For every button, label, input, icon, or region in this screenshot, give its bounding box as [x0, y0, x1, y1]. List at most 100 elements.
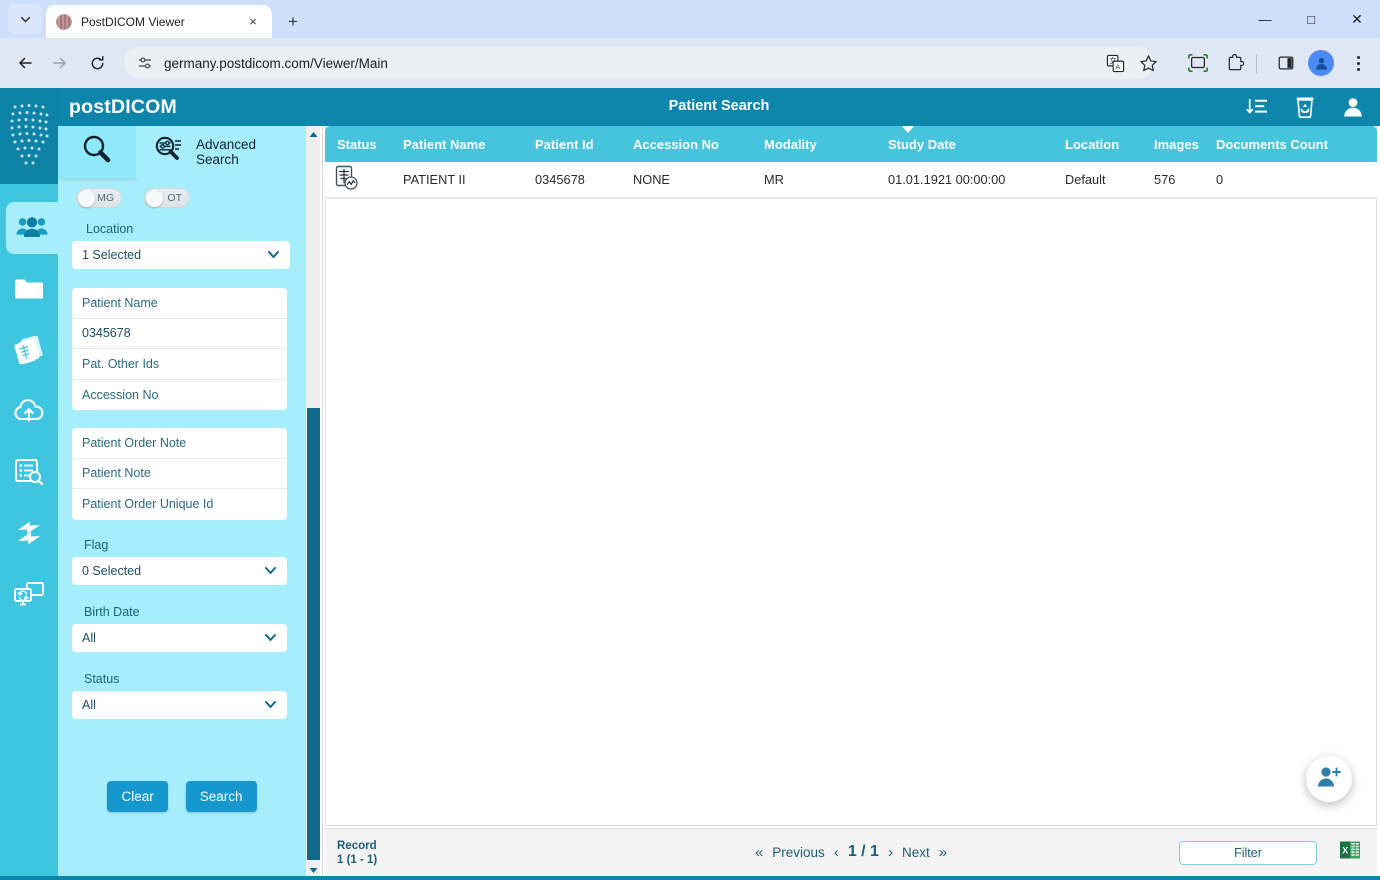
chevron-down-icon — [264, 564, 277, 577]
location-label: Location — [86, 222, 133, 236]
screencast-icon[interactable] — [1183, 48, 1213, 78]
globe-favicon — [56, 14, 72, 30]
sidebar-item-folders[interactable] — [4, 263, 54, 315]
bookmark-star-icon[interactable] — [1133, 48, 1163, 78]
browser-tab-strip: PostDICOM Viewer × + — □ ✕ — [0, 0, 1380, 38]
clear-button[interactable]: Clear — [107, 781, 167, 812]
sidebar-item-patients[interactable] — [6, 202, 58, 254]
bottom-accent-strip — [0, 876, 1380, 880]
column-header-study-date[interactable]: Study Date — [888, 137, 1065, 152]
close-icon[interactable]: × — [244, 13, 262, 31]
sync-arrows-icon — [14, 519, 44, 547]
tab-simple-search[interactable] — [58, 126, 136, 178]
sidebar-item-upload[interactable] — [4, 385, 54, 437]
cell-status[interactable] — [325, 165, 403, 194]
tab-search-chevron-icon[interactable] — [8, 4, 42, 34]
address-bar[interactable]: germany.postdicom.com/Viewer/Main — [124, 47, 1154, 79]
add-patient-fab[interactable] — [1306, 756, 1352, 802]
recycle-bin-icon[interactable] — [1292, 94, 1318, 120]
previous-chevron-icon[interactable]: ‹ — [834, 844, 839, 861]
table-footer: Record 1 (1 - 1) « Previous ‹ 1 / 1 › Ne… — [325, 828, 1377, 878]
sidebar-item-sync[interactable] — [4, 507, 54, 559]
birth-date-select-value: All — [82, 631, 96, 645]
sort-descending-icon — [902, 126, 914, 133]
cell-documents-count: 0 — [1216, 172, 1366, 187]
modality-toggles: MG OT — [76, 188, 190, 208]
search-button[interactable]: Search — [186, 781, 257, 812]
patient-order-unique-id-input[interactable]: Patient Order Unique Id — [72, 489, 287, 520]
flag-select-value: 0 Selected — [82, 564, 141, 578]
side-panel-icon[interactable] — [1271, 48, 1301, 78]
application-body: postDICOM Patient Search — [0, 88, 1380, 880]
dotted-sphere-logo-icon — [8, 101, 50, 171]
excel-export-button[interactable]: X — [1337, 839, 1363, 865]
toggle-mg[interactable]: MG — [76, 188, 122, 208]
patient-order-note-input[interactable]: Patient Order Note — [72, 428, 287, 459]
tab-advanced-search[interactable]: AdvancedSearch — [136, 126, 320, 178]
minimize-button[interactable]: — — [1242, 0, 1288, 38]
sidebar-item-remote[interactable] — [4, 568, 54, 620]
documents-stack-icon — [13, 336, 45, 364]
sidebar-item-worklist[interactable] — [4, 446, 54, 498]
next-chevron-icon[interactable]: › — [888, 844, 893, 861]
svg-text:A: A — [1115, 64, 1120, 71]
column-header-patient-name[interactable]: Patient Name — [403, 137, 535, 152]
pat-other-ids-input[interactable]: Pat. Other Ids — [72, 349, 287, 380]
postdicom-logo-badge — [0, 88, 58, 184]
reload-icon[interactable] — [82, 48, 112, 78]
table-row[interactable]: PATIENT II 0345678 NONE MR 01.01.1921 00… — [325, 162, 1377, 198]
cell-modality: MR — [764, 172, 888, 187]
status-select[interactable]: All — [72, 691, 287, 719]
chrome-menu-icon[interactable] — [1344, 48, 1372, 78]
sidebar-actions: Clear Search — [58, 781, 306, 812]
scroll-down-icon[interactable] — [307, 864, 319, 876]
table-row-divider — [325, 198, 1377, 199]
extensions-icon[interactable] — [1220, 48, 1250, 78]
maximize-button[interactable]: □ — [1288, 0, 1334, 38]
site-settings-icon[interactable] — [136, 54, 154, 72]
sort-list-icon[interactable] — [1244, 94, 1270, 120]
browser-tab[interactable]: PostDICOM Viewer × — [46, 5, 272, 38]
profile-avatar-icon[interactable] — [1308, 50, 1334, 76]
column-header-patient-id[interactable]: Patient Id — [535, 137, 633, 152]
first-page-button[interactable]: « — [755, 844, 763, 861]
column-header-modality[interactable]: Modality — [764, 137, 888, 152]
people-icon — [16, 215, 48, 241]
translate-icon[interactable]: 文 A — [1100, 48, 1130, 78]
column-header-documents-count[interactable]: Documents Count — [1216, 137, 1366, 152]
back-icon[interactable] — [10, 48, 40, 78]
column-header-accession-no[interactable]: Accession No — [633, 137, 764, 152]
flag-select[interactable]: 0 Selected — [72, 557, 287, 585]
forward-icon[interactable] — [45, 48, 75, 78]
last-page-button[interactable]: » — [939, 844, 947, 861]
filter-button[interactable]: Filter — [1179, 841, 1317, 865]
sidebar-item-studies[interactable] — [4, 324, 54, 376]
identity-fields: Patient Name 0345678 Pat. Other Ids Acce… — [72, 288, 287, 410]
patient-note-input[interactable]: Patient Note — [72, 459, 287, 490]
tab-title: PostDICOM Viewer — [81, 15, 244, 29]
chevron-down-icon — [264, 698, 277, 711]
sidebar-scrollbar-thumb[interactable] — [307, 408, 320, 860]
patient-name-input[interactable]: Patient Name — [72, 288, 287, 319]
study-report-icon — [335, 179, 359, 194]
window-close-button[interactable]: ✕ — [1334, 0, 1380, 38]
toggle-ot[interactable]: OT — [144, 188, 190, 208]
accession-no-input[interactable]: Accession No — [72, 380, 287, 411]
patient-id-input[interactable]: 0345678 — [72, 319, 287, 350]
tab-advanced-search-label: AdvancedSearch — [196, 137, 256, 167]
user-account-icon[interactable] — [1340, 94, 1366, 120]
table-header-row: Status Patient Name Patient Id Accession… — [325, 126, 1377, 162]
column-header-location[interactable]: Location — [1065, 137, 1154, 152]
birth-date-select[interactable]: All — [72, 624, 287, 652]
column-header-status[interactable]: Status — [325, 137, 403, 152]
new-tab-button[interactable]: + — [280, 9, 306, 35]
previous-page-button[interactable]: Previous — [772, 845, 825, 860]
scroll-up-icon[interactable] — [307, 128, 319, 140]
toolbar-divider — [1256, 55, 1257, 73]
magnifier-icon — [79, 132, 115, 173]
chevron-down-icon — [267, 248, 280, 261]
cloud-upload-icon — [12, 398, 46, 424]
column-header-images[interactable]: Images — [1154, 137, 1216, 152]
location-select[interactable]: 1 Selected — [72, 241, 290, 269]
next-page-button[interactable]: Next — [902, 845, 930, 860]
